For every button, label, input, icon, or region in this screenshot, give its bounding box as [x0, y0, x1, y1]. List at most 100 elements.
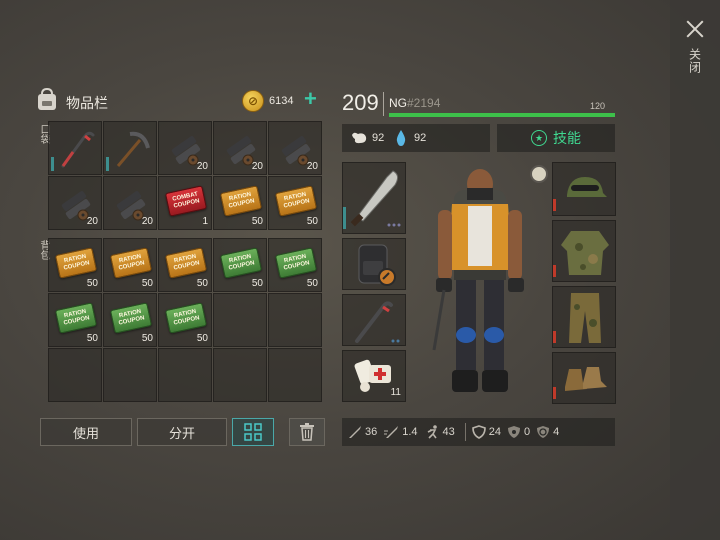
backpack-slot[interactable]: RATION COUPON 50	[158, 238, 212, 292]
hp-bar	[389, 113, 615, 117]
consumable-slot[interactable]: 11	[342, 350, 406, 402]
pocket-slot[interactable]: 20	[158, 121, 212, 175]
close-icon[interactable]	[684, 18, 706, 40]
orange-coupon-icon: RATION COUPON	[54, 247, 98, 279]
boots-icon	[565, 367, 607, 391]
radiation-value: 0	[524, 426, 531, 438]
durability-bar	[51, 157, 54, 171]
item-count: 50	[141, 333, 153, 344]
attack-value: 36	[365, 426, 378, 438]
pocket-grid: 20 20 20 20 20 COMBAT COUPON 1 RATION COUPON 50 RAT…	[48, 121, 322, 230]
pocket-slot[interactable]: RATION COUPON 50	[268, 176, 322, 230]
weapon-slot[interactable]	[342, 162, 406, 234]
trash-button[interactable]	[289, 418, 325, 446]
player-name-text: NG	[389, 96, 407, 110]
backpack-icon	[38, 88, 56, 110]
water-value: 92	[414, 132, 427, 144]
item-count: 50	[196, 278, 208, 289]
backpack-slot[interactable]	[268, 348, 322, 402]
machete-icon	[350, 170, 401, 227]
backpack-slot[interactable]	[342, 238, 406, 290]
backpack-slot[interactable]: RATION COUPON 50	[268, 238, 322, 292]
item-count: 50	[306, 278, 318, 289]
close-label[interactable]: 关闭	[687, 48, 704, 74]
split-button[interactable]: 分开	[137, 418, 227, 446]
pocket-slot[interactable]: RATION COUPON 50	[213, 176, 267, 230]
crowbar-icon	[61, 131, 95, 168]
backpack-slot[interactable]	[213, 293, 267, 347]
water-drop-icon	[396, 130, 406, 146]
hp-fill	[389, 113, 615, 117]
item-count: 20	[306, 161, 318, 172]
hp-value: 120	[590, 101, 606, 111]
item-count: 50	[86, 278, 98, 289]
green-coupon-icon: RATION COUPON	[109, 302, 153, 334]
tool-slot[interactable]	[342, 294, 406, 346]
skills-label: 技能	[553, 130, 581, 146]
orange-coupon-icon: RATION COUPON	[164, 247, 208, 279]
sword-icon	[349, 426, 361, 438]
body-slot[interactable]	[552, 220, 616, 282]
backpack-slot[interactable]	[213, 348, 267, 402]
level-divider	[383, 92, 384, 116]
pocket-slot[interactable]: 20	[103, 176, 157, 230]
backpack-slot[interactable]: RATION COUPON 50	[103, 238, 157, 292]
head-slot[interactable]	[552, 162, 616, 216]
player-name: NG#2194	[389, 96, 440, 110]
item-count: 50	[251, 278, 263, 289]
poison-value: 4	[553, 426, 560, 438]
add-coins-button[interactable]: +	[304, 88, 317, 110]
backpack-slot[interactable]: RATION COUPON 50	[158, 293, 212, 347]
first-aid-count: 11	[390, 387, 401, 398]
backpack-slot[interactable]: RATION COUPON 50	[213, 238, 267, 292]
cap-goggles-icon	[567, 177, 607, 197]
durability-bar	[553, 199, 556, 211]
armor-value: 24	[488, 426, 502, 438]
legs-slot[interactable]	[552, 286, 616, 348]
backpack-slot[interactable]	[268, 293, 322, 347]
attack-speed-value: 1.4	[402, 426, 418, 438]
item-count: 20	[196, 161, 208, 172]
pocket-slot[interactable]: 20	[213, 121, 267, 175]
backpack-slot[interactable]	[103, 348, 157, 402]
skills-button[interactable]: ★ 技能	[497, 124, 615, 152]
feet-slot[interactable]	[552, 352, 616, 404]
pocket-slot[interactable]: COMBAT COUPON 1	[158, 176, 212, 230]
speed-value: 43	[442, 426, 455, 438]
green-coupon-icon: RATION COUPON	[164, 302, 208, 334]
orange-coupon-icon: RATION COUPON	[274, 185, 318, 217]
durability-bar	[553, 331, 556, 343]
radiation-stat: 0	[507, 425, 530, 439]
green-coupon-icon: RATION COUPON	[274, 247, 318, 279]
biohazard-icon	[537, 426, 550, 438]
pocket-slot[interactable]: 20	[268, 121, 322, 175]
player-tag: #2194	[407, 96, 441, 110]
sort-grid-button[interactable]	[232, 418, 274, 446]
camo-jacket-icon	[561, 231, 609, 275]
item-count: 50	[306, 216, 318, 227]
durability-bar	[553, 265, 556, 277]
pocket-slot[interactable]	[103, 121, 157, 175]
pickaxe-icon	[116, 131, 150, 167]
backpack-slot[interactable]	[48, 348, 102, 402]
green-coupon-icon: RATION COUPON	[219, 247, 263, 279]
backpack-grid: RATION COUPON 50 RATION COUPON 50 RATION COUPON…	[48, 238, 322, 402]
orange-coupon-icon: RATION COUPON	[219, 185, 263, 217]
poison-stat: 4	[536, 425, 559, 439]
item-count: 20	[251, 161, 263, 172]
running-icon	[427, 425, 437, 439]
shield-icon	[471, 425, 486, 439]
backpack-slot[interactable]	[158, 348, 212, 402]
pocket-slot[interactable]	[48, 121, 102, 175]
backpack-slot[interactable]: RATION COUPON 50	[48, 238, 102, 292]
radiation-icon	[508, 426, 521, 438]
attack-stat: 36	[348, 425, 377, 439]
backpack-slot[interactable]: RATION COUPON 50	[103, 293, 157, 347]
speed-stat: 43	[424, 425, 455, 439]
backpack-slot[interactable]: RATION COUPON 50	[48, 293, 102, 347]
item-count: 50	[251, 216, 263, 227]
use-button[interactable]: 使用	[40, 418, 132, 446]
inventory-title: 物品栏	[66, 95, 108, 111]
item-count: 20	[86, 216, 98, 227]
pocket-slot[interactable]: 20	[48, 176, 102, 230]
